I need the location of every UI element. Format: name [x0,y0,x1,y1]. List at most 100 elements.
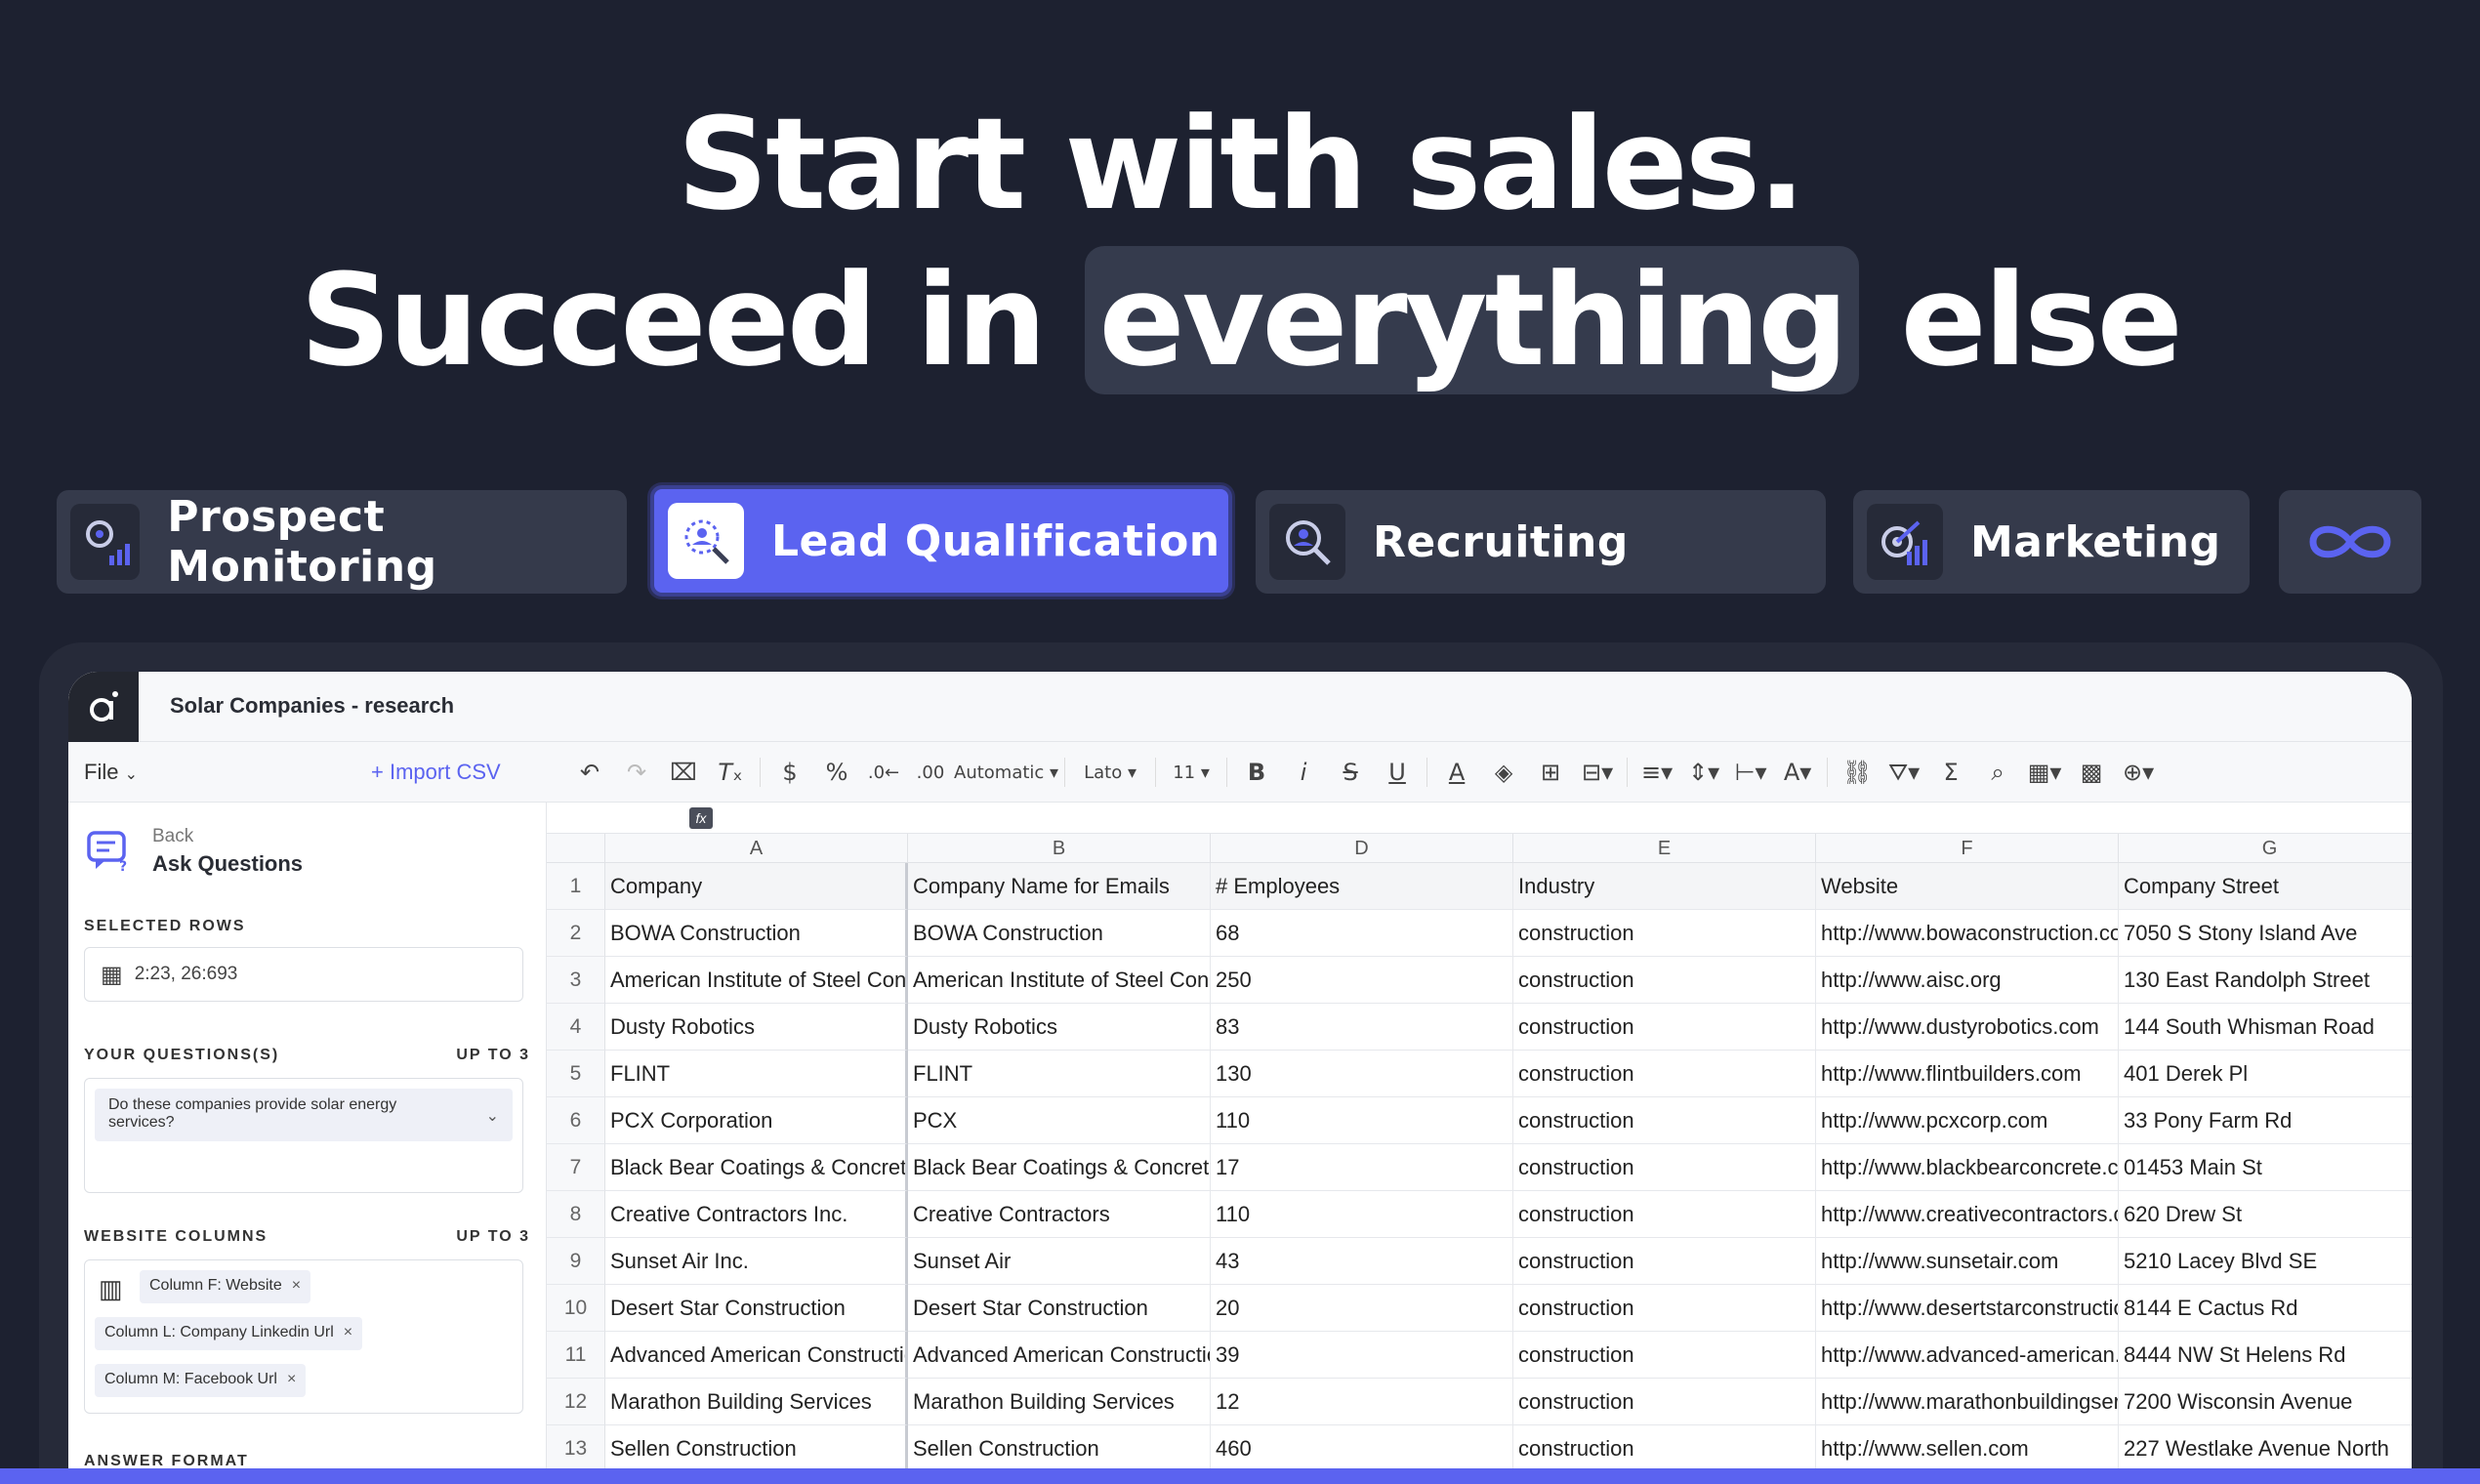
table-cell[interactable]: Dusty Robotics [908,1004,1211,1051]
table-cell[interactable]: Black Bear Coatings & Concrete [908,1144,1211,1191]
table-cell[interactable]: American Institute of Steel Construction [605,957,908,1004]
table-cell[interactable]: 227 Westlake Avenue North [2119,1425,2412,1472]
table-cell[interactable]: http://www.flintbuilders.com [1816,1051,2119,1097]
table-cell[interactable]: 43 [1211,1238,1513,1285]
table-cell[interactable]: http://www.dustyrobotics.com [1816,1004,2119,1051]
filter-icon[interactable]: ⛛▾ [1881,759,1927,786]
vertical-align-icon[interactable]: ⇕▾ [1680,759,1727,786]
font-size-select[interactable]: 11 ▾ [1162,763,1220,783]
column-chip[interactable]: Column L: Company Linkedin Url × [95,1317,363,1350]
table-cell[interactable]: PCX Corporation [605,1097,908,1144]
currency-icon[interactable]: $ [766,759,813,786]
table-cell[interactable]: Dusty Robotics [605,1004,908,1051]
table-cell[interactable]: Desert Star Construction [605,1285,908,1332]
row-number[interactable]: 10 [547,1285,605,1332]
table-cell[interactable]: Sellen Construction [908,1425,1211,1472]
table-cell[interactable]: Advanced American Construction [605,1332,908,1379]
tab-more[interactable] [2279,490,2421,594]
tab-lead-qualification[interactable]: Lead Qualification [650,485,1232,597]
table-cell[interactable]: 17 [1211,1144,1513,1191]
table-cell[interactable]: construction [1513,910,1816,957]
row-number[interactable]: 8 [547,1191,605,1238]
table-cell[interactable]: http://www.advanced-american.com [1816,1332,2119,1379]
selected-rows-field[interactable]: ▦ 2:23, 26:693 [84,947,523,1002]
header-cell[interactable]: # Employees [1211,863,1513,910]
app-logo-icon[interactable] [68,672,139,742]
tab-recruiting[interactable]: Recruiting [1256,490,1826,594]
table-cell[interactable]: 460 [1211,1425,1513,1472]
bold-icon[interactable]: B [1233,759,1280,786]
table-cell[interactable]: Creative Contractors Inc. [605,1191,908,1238]
decrease-decimal-icon[interactable]: .0← [860,763,907,783]
header-cell[interactable]: Industry [1513,863,1816,910]
row-number[interactable]: 13 [547,1425,605,1472]
table-cell[interactable]: 401 Derek Pl [2119,1051,2412,1097]
table-cell[interactable]: 12 [1211,1379,1513,1425]
table-cell[interactable]: Black Bear Coatings & Concrete [605,1144,908,1191]
row-number[interactable]: 4 [547,1004,605,1051]
grid-corner[interactable] [547,834,605,863]
table-cell[interactable]: Marathon Building Services [605,1379,908,1425]
question-select[interactable]: Do these companies provide solar energy … [95,1089,513,1141]
increase-decimal-icon[interactable]: .00 [907,763,954,783]
row-number[interactable]: 7 [547,1144,605,1191]
table-cell[interactable]: construction [1513,957,1816,1004]
percent-icon[interactable]: % [813,759,860,786]
column-chip[interactable]: Column M: Facebook Url × [95,1364,307,1397]
table-cell[interactable]: construction [1513,1425,1816,1472]
close-icon[interactable]: × [344,1324,352,1340]
table-cell[interactable]: construction [1513,1144,1816,1191]
table-cell[interactable]: 130 East Randolph Street [2119,957,2412,1004]
table-cell[interactable]: BOWA Construction [908,910,1211,957]
table-cell[interactable]: construction [1513,1051,1816,1097]
table-cell[interactable]: 8144 E Cactus Rd [2119,1285,2412,1332]
table-cell[interactable]: Advanced American Construction [908,1332,1211,1379]
table-cell[interactable]: 33 Pony Farm Rd [2119,1097,2412,1144]
text-color-icon[interactable]: A [1433,759,1480,786]
grid-view-icon[interactable]: ▩ [2068,759,2115,786]
row-number[interactable]: 3 [547,957,605,1004]
paint-format-icon[interactable]: ⌧ [660,759,707,786]
header-cell[interactable]: Company Street [2119,863,2412,910]
tab-prospect-monitoring[interactable]: Prospect Monitoring [57,490,627,594]
table-cell[interactable]: construction [1513,1097,1816,1144]
document-title[interactable]: Solar Companies - research [170,693,454,719]
row-number[interactable]: 12 [547,1379,605,1425]
table-cell[interactable]: Sunset Air [908,1238,1211,1285]
table-cell[interactable]: PCX [908,1097,1211,1144]
table-cell[interactable]: Creative Contractors [908,1191,1211,1238]
table-cell[interactable]: 7200 Wisconsin Avenue [2119,1379,2412,1425]
link-icon[interactable]: ⛓ [1834,759,1881,786]
underline-icon[interactable]: U [1374,759,1421,786]
row-number[interactable]: 6 [547,1097,605,1144]
table-cell[interactable]: 01453 Main St [2119,1144,2412,1191]
table-cell[interactable]: FLINT [908,1051,1211,1097]
table-cell[interactable]: construction [1513,1332,1816,1379]
text-rotate-icon[interactable]: A▾ [1774,759,1821,786]
row-number[interactable]: 2 [547,910,605,957]
column-header[interactable]: G [2119,834,2412,863]
table-cell[interactable]: construction [1513,1191,1816,1238]
close-icon[interactable]: × [292,1277,301,1294]
undo-icon[interactable]: ↶ [566,759,613,786]
align-left-icon[interactable]: ≡▾ [1633,759,1680,786]
table-cell[interactable]: 110 [1211,1097,1513,1144]
table-cell[interactable]: 110 [1211,1191,1513,1238]
table-cell[interactable]: http://www.marathonbuildingservices.com [1816,1379,2119,1425]
table-cell[interactable]: 620 Drew St [2119,1191,2412,1238]
column-header[interactable]: B [908,834,1211,863]
search-icon[interactable]: ⌕ [1974,759,2021,786]
table-cell[interactable]: 39 [1211,1332,1513,1379]
table-cell[interactable]: 8444 NW St Helens Rd [2119,1332,2412,1379]
back-link[interactable]: Back [152,826,193,847]
table-cell[interactable]: http://www.pcxcorp.com [1816,1097,2119,1144]
header-cell[interactable]: Company Name for Emails [908,863,1211,910]
table-cell[interactable]: construction [1513,1004,1816,1051]
table-cell[interactable]: Sunset Air Inc. [605,1238,908,1285]
table-cell[interactable]: 250 [1211,957,1513,1004]
table-cell[interactable]: construction [1513,1285,1816,1332]
column-chip[interactable]: Column F: Website × [140,1270,311,1303]
table-cell[interactable]: BOWA Construction [605,910,908,957]
text-wrap-icon[interactable]: ⊢▾ [1727,759,1774,786]
table-cell[interactable]: 144 South Whisman Road [2119,1004,2412,1051]
